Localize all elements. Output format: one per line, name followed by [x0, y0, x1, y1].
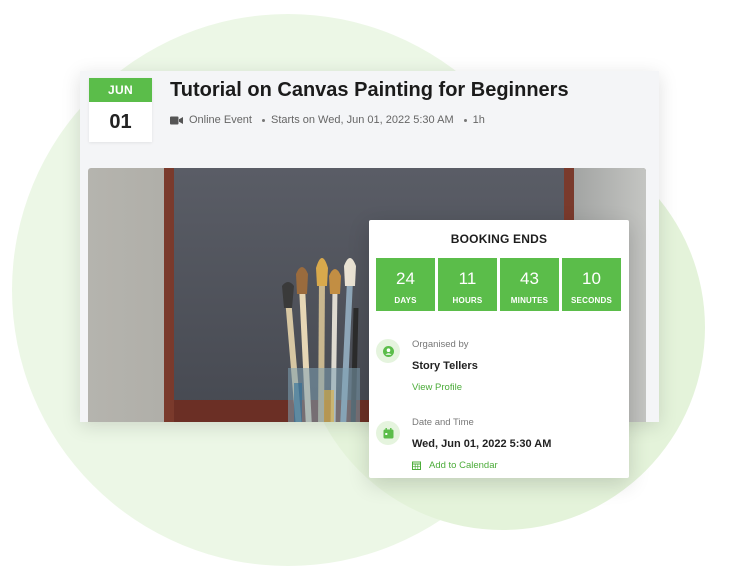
event-meta: Online Event Starts on Wed, Jun 01, 2022… — [170, 114, 485, 126]
event-duration: 1h — [472, 114, 485, 126]
calendar-grid-icon — [412, 461, 421, 470]
user-circle-icon — [376, 339, 400, 363]
countdown-label: MINUTES — [510, 296, 549, 305]
add-to-calendar-label: Add to Calendar — [429, 460, 498, 471]
date-month: JUN — [89, 78, 152, 102]
separator-dot — [463, 118, 467, 122]
organiser-row: Organised by Story Tellers View Profile — [376, 339, 478, 393]
date-badge: JUN 01 — [89, 78, 152, 142]
countdown-minutes: 43 MINUTES — [500, 258, 559, 311]
organiser-name: Story Tellers — [412, 360, 478, 372]
event-title: Tutorial on Canvas Painting for Beginner… — [170, 79, 569, 101]
countdown-value: 43 — [520, 269, 539, 288]
booking-title: BOOKING ENDS — [450, 232, 548, 246]
countdown-label: SECONDS — [571, 296, 612, 305]
video-camera-icon — [170, 116, 183, 125]
date-day: 01 — [109, 111, 132, 133]
separator-dot — [261, 118, 265, 122]
countdown: 24 DAYS 11 HOURS 43 MINUTES 10 SECONDS — [376, 258, 621, 311]
countdown-days: 24 DAYS — [376, 258, 435, 311]
countdown-value: 24 — [396, 269, 415, 288]
countdown-label: HOURS — [452, 296, 483, 305]
calendar-icon — [376, 421, 400, 445]
event-type: Online Event — [189, 114, 252, 126]
booking-panel: BOOKING ENDS 24 DAYS 11 HOURS 43 MINUTES… — [369, 220, 629, 478]
countdown-label: DAYS — [394, 296, 417, 305]
countdown-value: 11 — [458, 269, 477, 288]
countdown-seconds: 10 SECONDS — [562, 258, 621, 311]
datetime-value: Wed, Jun 01, 2022 5:30 AM — [412, 438, 552, 450]
datetime-label: Date and Time — [412, 417, 474, 428]
add-to-calendar-link[interactable]: Add to Calendar — [412, 460, 551, 471]
countdown-value: 10 — [582, 269, 601, 288]
datetime-row: Date and Time Wed, Jun 01, 2022 5:30 AM … — [376, 417, 551, 471]
event-start: Starts on Wed, Jun 01, 2022 5:30 AM — [270, 114, 454, 126]
organiser-label: Organised by — [412, 339, 469, 350]
countdown-hours: 11 HOURS — [438, 258, 497, 311]
view-profile-link[interactable]: View Profile — [412, 382, 478, 393]
